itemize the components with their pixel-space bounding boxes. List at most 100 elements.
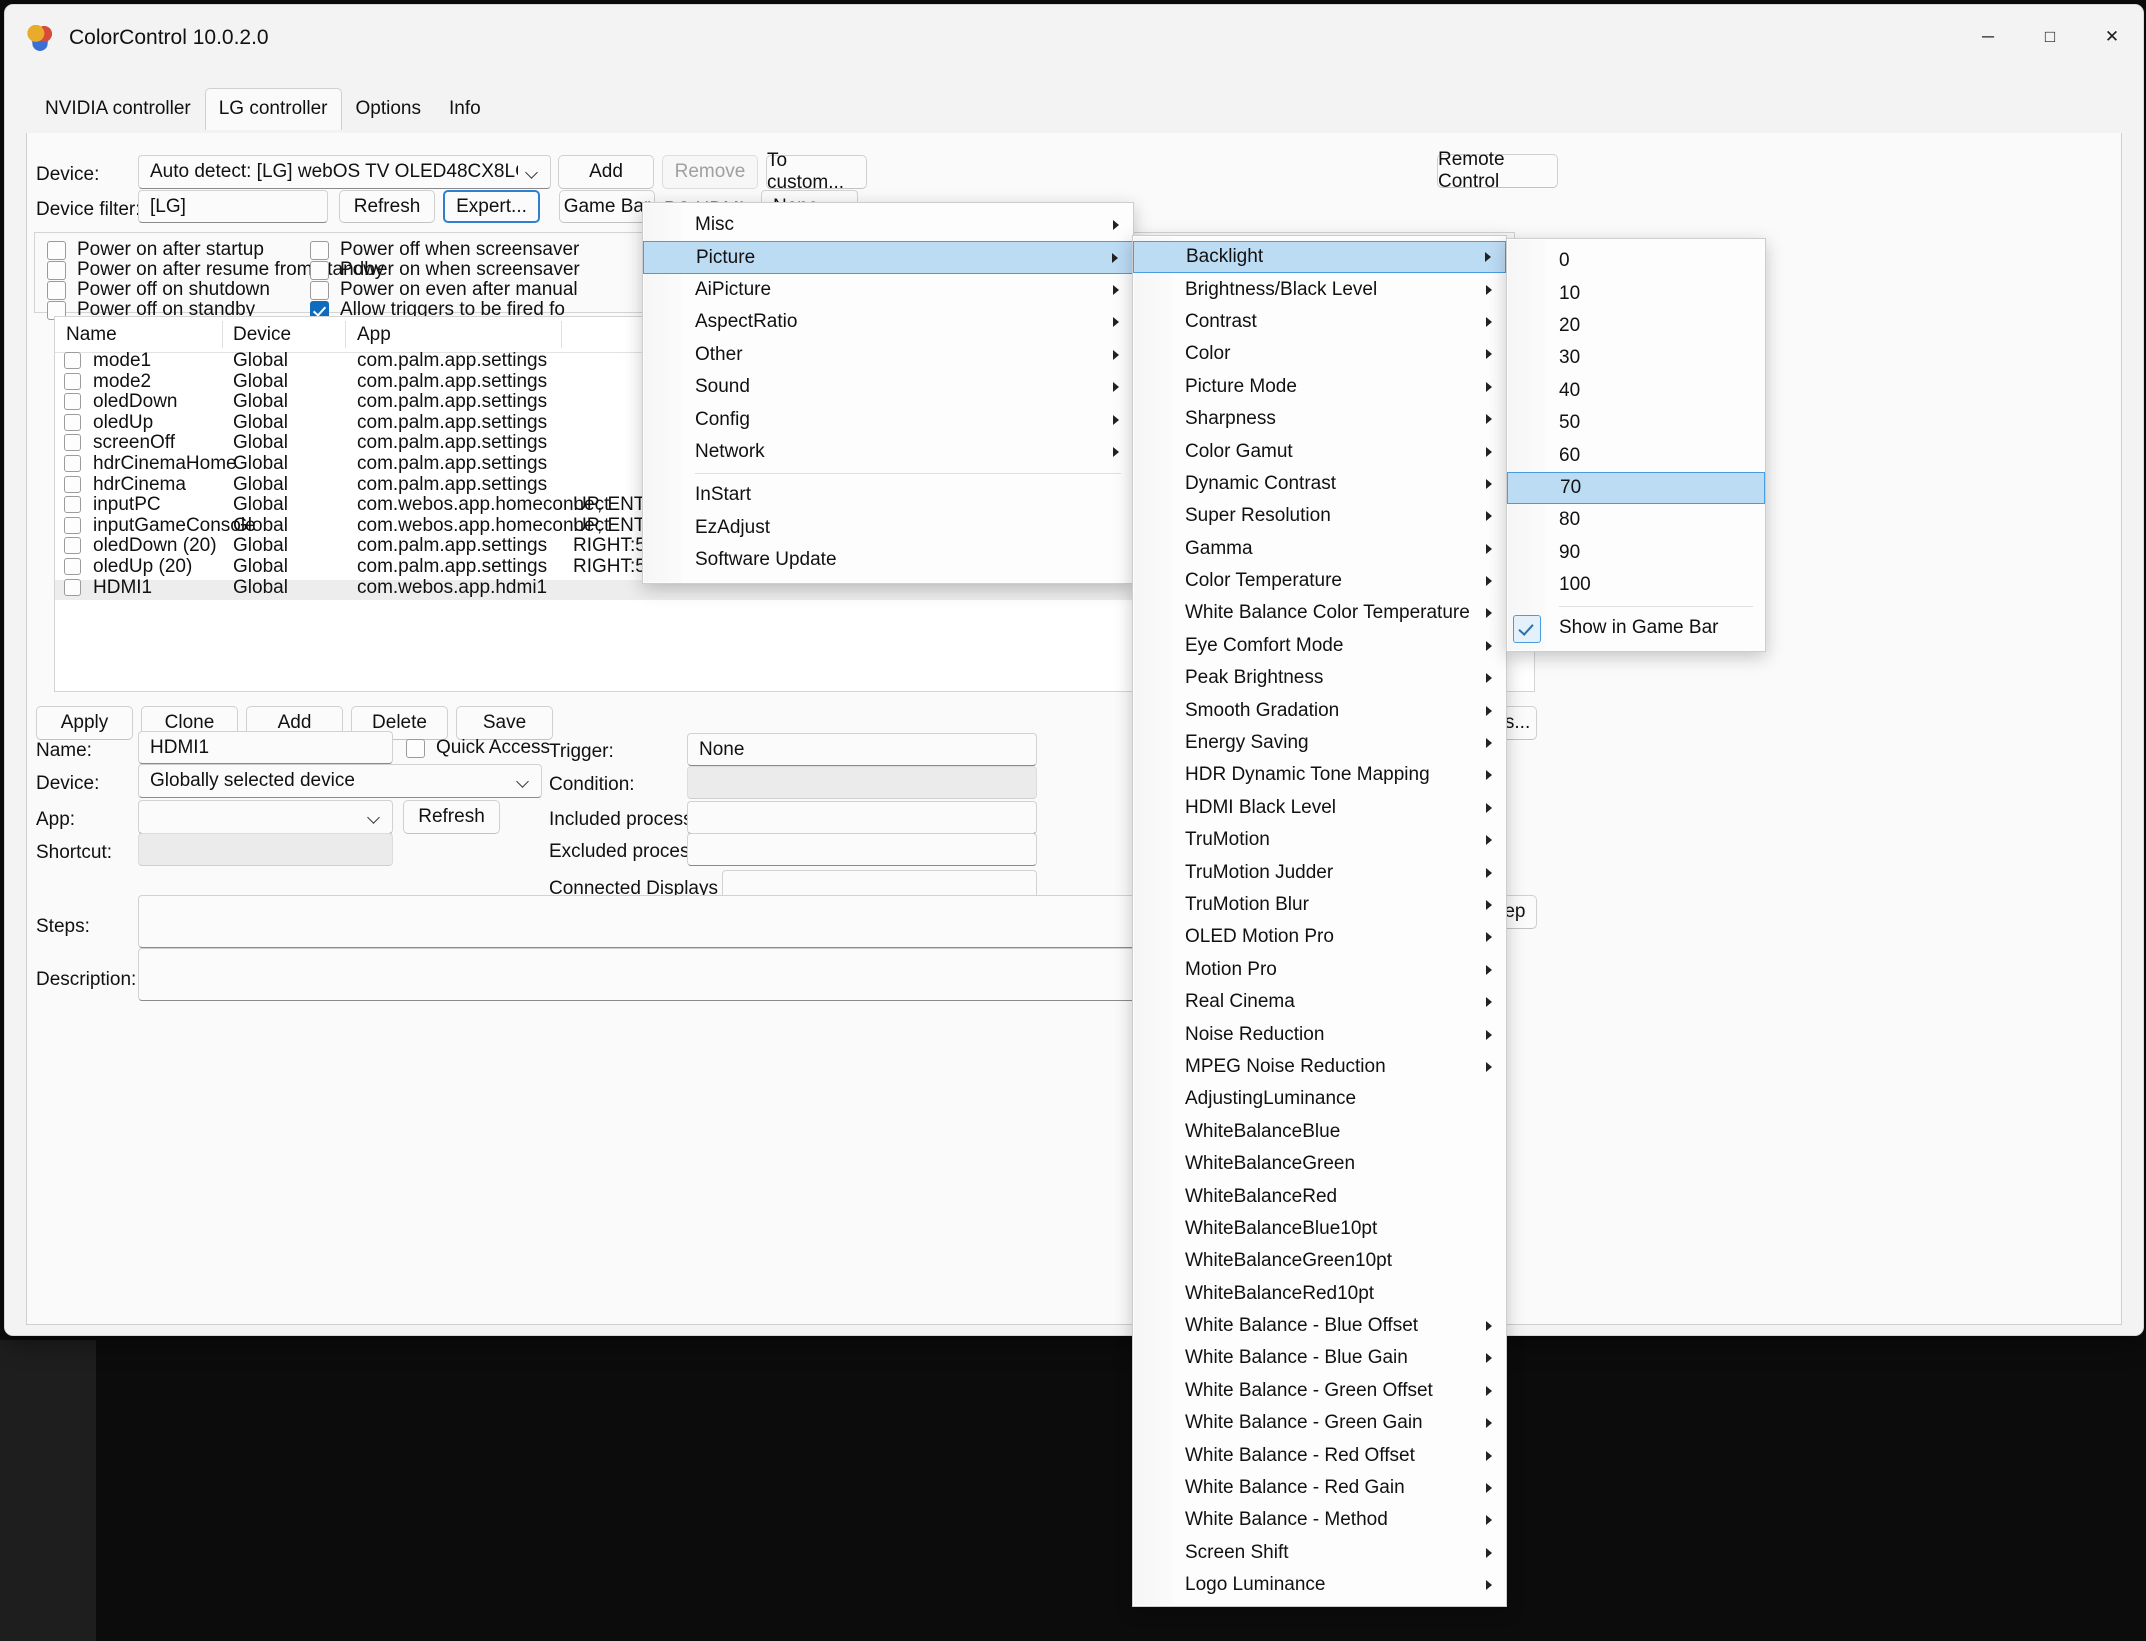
included-processes-input[interactable] bbox=[687, 801, 1037, 834]
picture-menu-item-color-temperature[interactable]: Color Temperature bbox=[1133, 565, 1506, 597]
picture-menu-item-white-balance-red-gain[interactable]: White Balance - Red Gain bbox=[1133, 1472, 1506, 1504]
row-checkbox[interactable] bbox=[64, 393, 81, 411]
picture-menu-item-adjustingluminance[interactable]: AdjustingLuminance bbox=[1133, 1083, 1506, 1115]
picture-menu-item-backlight[interactable]: Backlight bbox=[1133, 241, 1506, 274]
picture-menu-item-whitebalancered10pt[interactable]: WhiteBalanceRed10pt bbox=[1133, 1278, 1506, 1310]
checkbox-power-on-when-screensaver[interactable]: Power on when screensaver bbox=[310, 259, 580, 281]
backlight-value-30[interactable]: 30 bbox=[1507, 342, 1765, 374]
picture-submenu[interactable]: Backlight Brightness/Black Level Contrast C… bbox=[1132, 235, 1507, 1608]
row-checkbox[interactable] bbox=[64, 454, 81, 472]
apply-button[interactable]: Apply bbox=[36, 706, 133, 740]
expert-button[interactable]: Expert... bbox=[443, 190, 540, 223]
picture-menu-item-noise-reduction[interactable]: Noise Reduction bbox=[1133, 1018, 1506, 1050]
game-bar-button[interactable]: Game Bar bbox=[559, 190, 655, 223]
picture-menu-item-whitebalancered[interactable]: WhiteBalanceRed bbox=[1133, 1180, 1506, 1212]
row-checkbox[interactable] bbox=[64, 557, 81, 575]
expert-menu-item-picture[interactable]: Picture bbox=[643, 241, 1133, 274]
row-checkbox[interactable] bbox=[64, 578, 81, 596]
picture-menu-item-brightness-black-level[interactable]: Brightness/Black Level bbox=[1133, 273, 1506, 305]
picture-menu-item-dynamic-contrast[interactable]: Dynamic Contrast bbox=[1133, 468, 1506, 500]
picture-menu-item-white-balance-blue-gain[interactable]: White Balance - Blue Gain bbox=[1133, 1342, 1506, 1374]
maximize-button[interactable]: □ bbox=[2019, 5, 2081, 69]
row-checkbox[interactable] bbox=[64, 496, 81, 514]
picture-menu-item-whitebalancegreen10pt[interactable]: WhiteBalanceGreen10pt bbox=[1133, 1245, 1506, 1277]
expert-menu-item-network[interactable]: Network bbox=[643, 436, 1133, 468]
row-checkbox[interactable] bbox=[64, 434, 81, 452]
close-button[interactable]: ✕ bbox=[2081, 5, 2143, 69]
row-checkbox[interactable] bbox=[64, 413, 81, 431]
backlight-value-40[interactable]: 40 bbox=[1507, 375, 1765, 407]
tab-options[interactable]: Options bbox=[342, 88, 435, 130]
picture-menu-item-mpeg-noise-reduction[interactable]: MPEG Noise Reduction bbox=[1133, 1051, 1506, 1083]
picture-menu-item-eye-comfort-mode[interactable]: Eye Comfort Mode bbox=[1133, 630, 1506, 662]
picture-menu-item-energy-saving[interactable]: Energy Saving bbox=[1133, 727, 1506, 759]
picture-menu-item-trumotion-blur[interactable]: TruMotion Blur bbox=[1133, 889, 1506, 921]
name-input[interactable]: HDMI1 bbox=[138, 731, 393, 764]
picture-menu-item-trumotion-judder[interactable]: TruMotion Judder bbox=[1133, 856, 1506, 888]
picture-menu-item-white-balance-method[interactable]: White Balance - Method bbox=[1133, 1504, 1506, 1536]
picture-menu-item-screen-shift[interactable]: Screen Shift bbox=[1133, 1537, 1506, 1569]
picture-menu-item-peak-brightness[interactable]: Peak Brightness bbox=[1133, 662, 1506, 694]
checkbox-power-off-on-shutdown[interactable]: Power off on shutdown bbox=[47, 279, 270, 301]
picture-menu-item-whitebalancegreen[interactable]: WhiteBalanceGreen bbox=[1133, 1148, 1506, 1180]
backlight-value-80[interactable]: 80 bbox=[1507, 504, 1765, 536]
expert-menu-item-ezadjust[interactable]: EzAdjust bbox=[643, 512, 1133, 544]
picture-menu-item-white-balance-red-offset[interactable]: White Balance - Red Offset bbox=[1133, 1439, 1506, 1471]
expert-menu-item-software-update[interactable]: Software Update bbox=[643, 544, 1133, 576]
column-header-app[interactable]: App bbox=[357, 324, 391, 346]
row-checkbox[interactable] bbox=[64, 352, 81, 369]
picture-menu-item-logo-luminance[interactable]: Logo Luminance bbox=[1133, 1569, 1506, 1601]
shortcut-input[interactable] bbox=[138, 833, 393, 866]
picture-menu-item-contrast[interactable]: Contrast bbox=[1133, 306, 1506, 338]
picture-menu-item-white-balance-color-temperature[interactable]: White Balance Color Temperature bbox=[1133, 597, 1506, 629]
picture-menu-item-color-gamut[interactable]: Color Gamut bbox=[1133, 435, 1506, 467]
backlight-value-70[interactable]: 70 bbox=[1507, 471, 1765, 505]
picture-menu-item-hdr-dynamic-tone-mapping[interactable]: HDR Dynamic Tone Mapping bbox=[1133, 759, 1506, 791]
backlight-submenu[interactable]: 0 10 20 30 40 50 60 70 80 90 100 Show in Game Bar bbox=[1506, 238, 1766, 652]
picture-menu-item-motion-pro[interactable]: Motion Pro bbox=[1133, 954, 1506, 986]
picture-menu-item-white-balance-green-offset[interactable]: White Balance - Green Offset bbox=[1133, 1375, 1506, 1407]
row-checkbox[interactable] bbox=[64, 516, 81, 534]
checkbox-power-off-when-screensaver[interactable]: Power off when screensaver bbox=[310, 239, 579, 261]
tab-lg-controller[interactable]: LG controller bbox=[204, 88, 342, 130]
picture-menu-item-whitebalanceblue[interactable]: WhiteBalanceBlue bbox=[1133, 1116, 1506, 1148]
device-filter-input[interactable]: [LG] bbox=[138, 190, 328, 223]
picture-menu-item-super-resolution[interactable]: Super Resolution bbox=[1133, 500, 1506, 532]
column-header-name[interactable]: Name bbox=[66, 324, 117, 346]
checkbox-quick-access[interactable]: Quick Access bbox=[406, 737, 550, 759]
backlight-value-90[interactable]: 90 bbox=[1507, 537, 1765, 569]
picture-menu-item-sharpness[interactable]: Sharpness bbox=[1133, 403, 1506, 435]
tab-nvidia-controller[interactable]: NVIDIA controller bbox=[31, 88, 205, 130]
app-refresh-button[interactable]: Refresh bbox=[403, 800, 500, 834]
picture-menu-item-real-cinema[interactable]: Real Cinema bbox=[1133, 986, 1506, 1018]
expert-menu-item-aspectratio[interactable]: AspectRatio bbox=[643, 306, 1133, 338]
column-header-device[interactable]: Device bbox=[233, 324, 291, 346]
picture-menu-item-whitebalanceblue10pt[interactable]: WhiteBalanceBlue10pt bbox=[1133, 1213, 1506, 1245]
picture-menu-item-gamma[interactable]: Gamma bbox=[1133, 533, 1506, 565]
expert-menu-item-other[interactable]: Other bbox=[643, 339, 1133, 371]
backlight-value-20[interactable]: 20 bbox=[1507, 310, 1765, 342]
remote-control-button[interactable]: Remote Control bbox=[1437, 149, 1558, 192]
excluded-processes-input[interactable] bbox=[687, 833, 1037, 866]
device-combo[interactable]: Auto detect: [LG] webOS TV OLED48CX8LC, … bbox=[138, 155, 551, 189]
row-checkbox[interactable] bbox=[64, 537, 81, 555]
backlight-value-0[interactable]: 0 bbox=[1507, 245, 1765, 277]
backlight-value-10[interactable]: 10 bbox=[1507, 277, 1765, 309]
picture-menu-item-color[interactable]: Color bbox=[1133, 338, 1506, 370]
expert-menu-item-aipicture[interactable]: AiPicture bbox=[643, 274, 1133, 306]
refresh-devices-button[interactable]: Refresh bbox=[339, 190, 435, 223]
picture-menu-item-white-balance-green-gain[interactable]: White Balance - Green Gain bbox=[1133, 1407, 1506, 1439]
condition-input[interactable] bbox=[687, 766, 1037, 799]
row-checkbox[interactable] bbox=[64, 372, 81, 390]
backlight-value-50[interactable]: 50 bbox=[1507, 407, 1765, 439]
row-checkbox[interactable] bbox=[64, 475, 81, 493]
expert-menu-item-config[interactable]: Config bbox=[643, 403, 1133, 435]
tab-info[interactable]: Info bbox=[435, 88, 495, 130]
backlight-value-60[interactable]: 60 bbox=[1507, 439, 1765, 471]
picture-menu-item-smooth-gradation[interactable]: Smooth Gradation bbox=[1133, 694, 1506, 726]
save-preset-button[interactable]: Save bbox=[456, 706, 553, 740]
add-device-button[interactable]: Add bbox=[558, 155, 654, 189]
picture-menu-item-trumotion[interactable]: TruMotion bbox=[1133, 824, 1506, 856]
picture-menu-item-hdmi-black-level[interactable]: HDMI Black Level bbox=[1133, 792, 1506, 824]
backlight-value-100[interactable]: 100 bbox=[1507, 569, 1765, 601]
